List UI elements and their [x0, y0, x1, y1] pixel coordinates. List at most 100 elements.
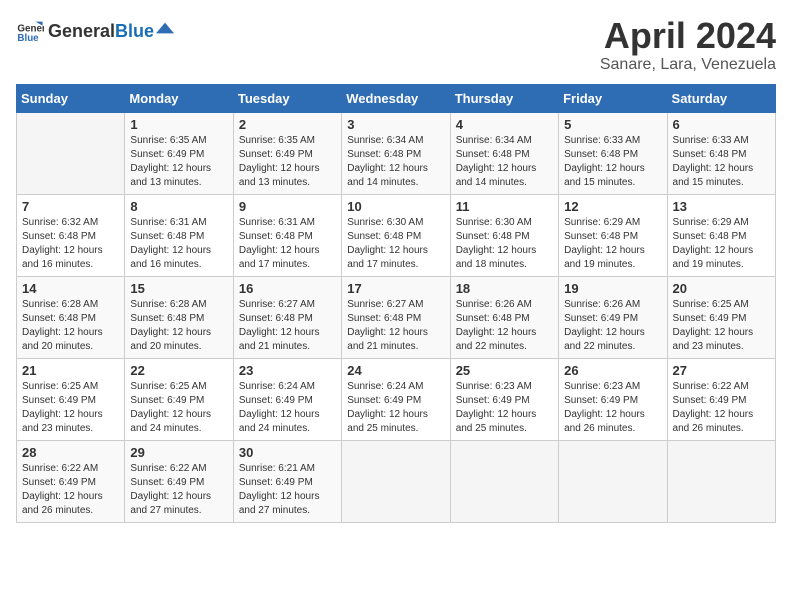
day-number: 30 [239, 445, 336, 460]
day-info: Sunrise: 6:35 AMSunset: 6:49 PMDaylight:… [239, 134, 336, 190]
calendar-cell: 27 Sunrise: 6:22 AMSunset: 6:49 PMDayligh… [667, 358, 775, 440]
day-number: 10 [347, 199, 444, 214]
title-block: April 2024 Sanare, Lara, Venezuela [600, 16, 776, 74]
calendar-cell [342, 440, 450, 522]
day-number: 1 [130, 117, 227, 132]
day-number: 11 [456, 199, 553, 214]
day-number: 2 [239, 117, 336, 132]
day-info: Sunrise: 6:33 AMSunset: 6:48 PMDaylight:… [564, 134, 661, 190]
day-info: Sunrise: 6:25 AMSunset: 6:49 PMDaylight:… [673, 298, 770, 354]
day-number: 19 [564, 281, 661, 296]
day-number: 7 [22, 199, 119, 214]
calendar-cell: 8 Sunrise: 6:31 AMSunset: 6:48 PMDaylight… [125, 194, 233, 276]
day-number: 16 [239, 281, 336, 296]
calendar-cell [450, 440, 558, 522]
day-number: 23 [239, 363, 336, 378]
calendar-cell: 17 Sunrise: 6:27 AMSunset: 6:48 PMDayligh… [342, 276, 450, 358]
day-info: Sunrise: 6:26 AMSunset: 6:48 PMDaylight:… [456, 298, 553, 354]
day-number: 13 [673, 199, 770, 214]
svg-text:Blue: Blue [17, 33, 39, 44]
logo-blue: Blue [115, 21, 154, 42]
day-number: 4 [456, 117, 553, 132]
day-number: 28 [22, 445, 119, 460]
calendar-cell: 12Sunrise: 6:29 AMSunset: 6:48 PMDayligh… [559, 194, 667, 276]
day-header-thursday: Thursday [450, 84, 558, 112]
calendar-cell: 20 Sunrise: 6:25 AMSunset: 6:49 PMDayligh… [667, 276, 775, 358]
calendar-cell: 1 Sunrise: 6:35 AMSunset: 6:49 PMDaylight… [125, 112, 233, 194]
calendar-cell: 30 Sunrise: 6:21 AMSunset: 6:49 PMDayligh… [233, 440, 341, 522]
week-row-5: 28 Sunrise: 6:22 AMSunset: 6:49 PMDayligh… [17, 440, 776, 522]
day-info: Sunrise: 6:23 AMSunset: 6:49 PMDaylight:… [456, 380, 553, 436]
day-info: Sunrise: 6:24 AMSunset: 6:49 PMDaylight:… [239, 380, 336, 436]
day-info: Sunrise: 6:34 AMSunset: 6:48 PMDaylight:… [456, 134, 553, 190]
day-info: Sunrise: 6:33 AMSunset: 6:48 PMDaylight:… [673, 134, 770, 190]
day-info: Sunrise: 6:22 AMSunset: 6:49 PMDaylight:… [130, 462, 227, 518]
day-number: 20 [673, 281, 770, 296]
day-number: 9 [239, 199, 336, 214]
calendar-cell: 22 Sunrise: 6:25 AMSunset: 6:49 PMDayligh… [125, 358, 233, 440]
calendar-cell: 7 Sunrise: 6:32 AMSunset: 6:48 PMDaylight… [17, 194, 125, 276]
day-number: 27 [673, 363, 770, 378]
calendar-cell [667, 440, 775, 522]
day-number: 29 [130, 445, 227, 460]
day-number: 3 [347, 117, 444, 132]
day-number: 6 [673, 117, 770, 132]
day-header-wednesday: Wednesday [342, 84, 450, 112]
day-number: 14 [22, 281, 119, 296]
calendar-cell: 9Sunrise: 6:31 AMSunset: 6:48 PMDaylight… [233, 194, 341, 276]
calendar-cell: 5 Sunrise: 6:33 AMSunset: 6:48 PMDaylight… [559, 112, 667, 194]
day-info: Sunrise: 6:22 AMSunset: 6:49 PMDaylight:… [673, 380, 770, 436]
day-info: Sunrise: 6:27 AMSunset: 6:48 PMDaylight:… [347, 298, 444, 354]
calendar-cell: 23 Sunrise: 6:24 AMSunset: 6:49 PMDayligh… [233, 358, 341, 440]
day-number: 5 [564, 117, 661, 132]
day-number: 22 [130, 363, 227, 378]
day-number: 15 [130, 281, 227, 296]
calendar-cell: 18 Sunrise: 6:26 AMSunset: 6:48 PMDayligh… [450, 276, 558, 358]
day-info: Sunrise: 6:24 AMSunset: 6:49 PMDaylight:… [347, 380, 444, 436]
calendar-cell [559, 440, 667, 522]
day-number: 17 [347, 281, 444, 296]
calendar-cell: 15 Sunrise: 6:28 AMSunset: 6:48 PMDayligh… [125, 276, 233, 358]
day-info: Sunrise: 6:28 AMSunset: 6:48 PMDaylight:… [130, 298, 227, 354]
calendar-cell: 21Sunrise: 6:25 AMSunset: 6:49 PMDayligh… [17, 358, 125, 440]
week-row-1: 1 Sunrise: 6:35 AMSunset: 6:49 PMDaylight… [17, 112, 776, 194]
calendar-cell [17, 112, 125, 194]
calendar-cell: 11Sunrise: 6:30 AMSunset: 6:48 PMDayligh… [450, 194, 558, 276]
logo-general: General [48, 21, 115, 42]
day-number: 24 [347, 363, 444, 378]
calendar-cell: 19 Sunrise: 6:26 AMSunset: 6:49 PMDayligh… [559, 276, 667, 358]
day-info: Sunrise: 6:35 AMSunset: 6:49 PMDaylight:… [130, 134, 227, 190]
day-info: Sunrise: 6:32 AMSunset: 6:48 PMDaylight:… [22, 216, 119, 272]
day-info: Sunrise: 6:29 AMSunset: 6:48 PMDaylight:… [673, 216, 770, 272]
day-number: 25 [456, 363, 553, 378]
calendar-cell: 16Sunrise: 6:27 AMSunset: 6:48 PMDayligh… [233, 276, 341, 358]
day-info: Sunrise: 6:25 AMSunset: 6:49 PMDaylight:… [22, 380, 119, 436]
week-row-2: 7 Sunrise: 6:32 AMSunset: 6:48 PMDaylight… [17, 194, 776, 276]
day-info: Sunrise: 6:21 AMSunset: 6:49 PMDaylight:… [239, 462, 336, 518]
day-info: Sunrise: 6:31 AMSunset: 6:48 PMDaylight:… [130, 216, 227, 272]
month-title: April 2024 [600, 16, 776, 56]
calendar-cell: 10 Sunrise: 6:30 AMSunset: 6:48 PMDayligh… [342, 194, 450, 276]
day-header-tuesday: Tuesday [233, 84, 341, 112]
calendar-cell: 25 Sunrise: 6:23 AMSunset: 6:49 PMDayligh… [450, 358, 558, 440]
day-info: Sunrise: 6:23 AMSunset: 6:49 PMDaylight:… [564, 380, 661, 436]
location-title: Sanare, Lara, Venezuela [600, 56, 776, 74]
week-row-3: 14 Sunrise: 6:28 AMSunset: 6:48 PMDayligh… [17, 276, 776, 358]
day-info: Sunrise: 6:30 AMSunset: 6:48 PMDaylight:… [347, 216, 444, 272]
calendar-cell: 24 Sunrise: 6:24 AMSunset: 6:49 PMDayligh… [342, 358, 450, 440]
day-info: Sunrise: 6:34 AMSunset: 6:48 PMDaylight:… [347, 134, 444, 190]
calendar-cell: 14Sunrise: 6:28 AMSunset: 6:48 PMDayligh… [17, 276, 125, 358]
logo-icon: General Blue [16, 16, 44, 44]
day-number: 12 [564, 199, 661, 214]
day-header-sunday: Sunday [17, 84, 125, 112]
day-header-saturday: Saturday [667, 84, 775, 112]
day-info: Sunrise: 6:26 AMSunset: 6:49 PMDaylight:… [564, 298, 661, 354]
day-number: 8 [130, 199, 227, 214]
calendar-cell: 4 Sunrise: 6:34 AMSunset: 6:48 PMDaylight… [450, 112, 558, 194]
calendar-cell: 26Sunrise: 6:23 AMSunset: 6:49 PMDayligh… [559, 358, 667, 440]
calendar-cell: 29 Sunrise: 6:22 AMSunset: 6:49 PMDayligh… [125, 440, 233, 522]
page-header: General Blue GeneralBlue April 2024 Sana… [16, 16, 776, 74]
calendar-table: SundayMondayTuesdayWednesdayThursdayFrid… [16, 84, 776, 523]
day-number: 18 [456, 281, 553, 296]
day-info: Sunrise: 6:25 AMSunset: 6:49 PMDaylight:… [130, 380, 227, 436]
